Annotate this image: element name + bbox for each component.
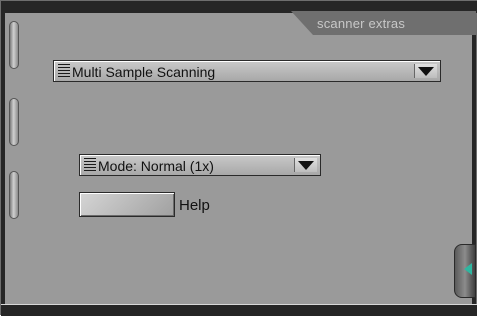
panel-handle-2[interactable] — [9, 98, 19, 146]
grip-icon — [84, 158, 96, 173]
help-label: Help — [179, 197, 210, 214]
panel-handle-3[interactable] — [9, 171, 19, 219]
left-frame — [1, 1, 5, 316]
chevron-down-icon[interactable] — [294, 158, 317, 172]
panel-tab-label: scanner extras — [317, 16, 406, 31]
panel-handle-1[interactable] — [9, 21, 19, 69]
multi-sample-scanning-value: Multi Sample Scanning — [72, 64, 216, 80]
scanner-extras-panel: scanner extras Multi Sample Scanning Mod… — [0, 0, 477, 316]
chevron-down-icon[interactable] — [414, 64, 437, 78]
bottom-frame — [1, 304, 477, 316]
mode-dropdown[interactable]: Mode: Normal (1x) — [79, 154, 321, 176]
help-button[interactable] — [79, 192, 175, 217]
triangle-left-icon[interactable] — [464, 263, 472, 275]
grip-icon — [58, 64, 70, 79]
mode-value: Mode: Normal (1x) — [98, 158, 214, 174]
multi-sample-scanning-dropdown[interactable]: Multi Sample Scanning — [53, 60, 441, 82]
